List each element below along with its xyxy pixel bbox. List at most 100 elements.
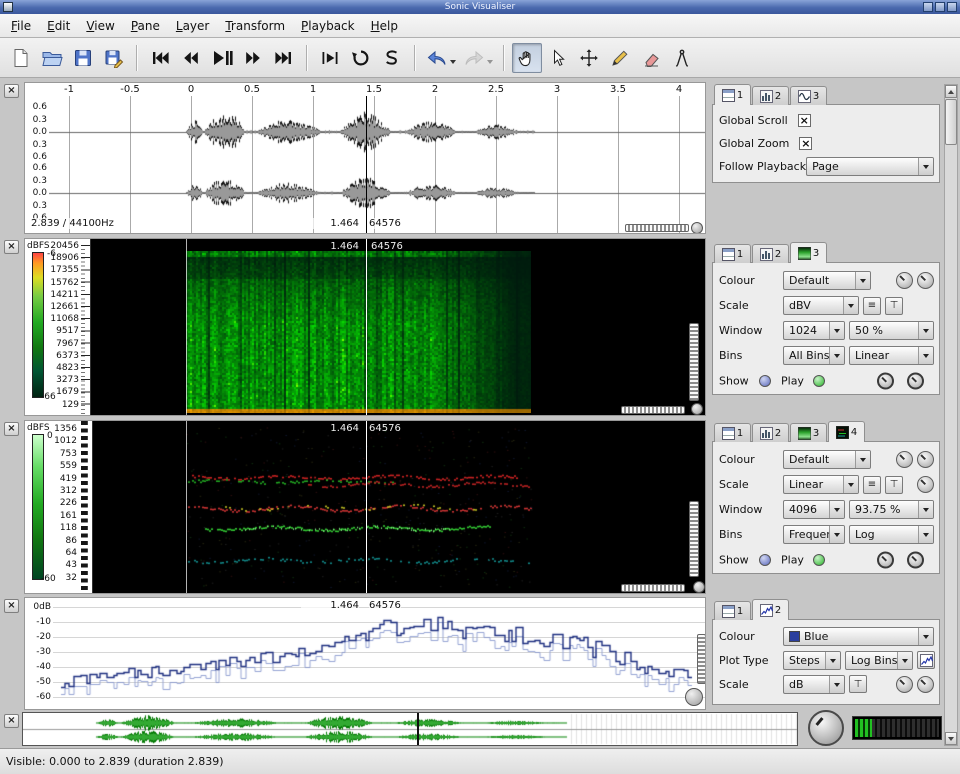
zoom-reset-knob[interactable] <box>693 581 705 593</box>
vertical-zoom-wheel[interactable] <box>689 323 699 401</box>
play-toggle[interactable] <box>813 554 825 566</box>
horizontal-zoom-wheel[interactable] <box>621 584 685 592</box>
scale-select[interactable]: dBV <box>783 296 859 315</box>
menu-transform[interactable]: Transform <box>217 16 293 36</box>
gain-dial[interactable] <box>917 476 934 493</box>
peak-frequency-image[interactable] <box>93 421 706 593</box>
menu-layer[interactable]: Layer <box>168 16 217 36</box>
rotate-right-dial[interactable] <box>917 451 934 468</box>
show-toggle[interactable] <box>759 375 771 387</box>
menu-edit[interactable]: Edit <box>39 16 78 36</box>
normalize-columns-button[interactable]: ≡ <box>863 297 881 315</box>
tool-measure-button[interactable] <box>667 43 697 73</box>
pane4-close-button[interactable]: × <box>4 599 19 613</box>
play-pause-button[interactable] <box>207 43 237 73</box>
gain-dial[interactable] <box>896 676 913 693</box>
bins-select[interactable]: All Bins <box>783 346 845 365</box>
solo-current-pane-button[interactable] <box>377 43 407 73</box>
scroll-down-button[interactable] <box>945 732 957 745</box>
horizontal-zoom-wheel[interactable] <box>625 224 689 232</box>
layer-tab-3[interactable]: 3 <box>790 242 827 263</box>
layer-tab-1[interactable]: 1 <box>714 601 751 620</box>
peak-frequency-display[interactable]: 1.464 64576 <box>93 421 706 593</box>
normalize-visible-button[interactable]: ⊤ <box>885 476 903 494</box>
show-toggle[interactable] <box>759 554 771 566</box>
save-session-button[interactable] <box>68 43 98 73</box>
playback-gain-dial[interactable] <box>877 372 894 389</box>
waveform-display[interactable] <box>49 101 705 215</box>
colour-select[interactable]: Blue <box>783 627 934 646</box>
global-zoom-checkbox[interactable]: × <box>799 137 812 150</box>
loop-playback-button[interactable] <box>346 43 376 73</box>
scrollbar-thumb[interactable] <box>945 99 957 145</box>
pane1-close-button[interactable]: × <box>4 84 19 98</box>
normalize-visible-button[interactable]: ⊤ <box>885 297 903 315</box>
minimize-button[interactable] <box>923 2 933 12</box>
menu-file[interactable]: File <box>3 16 39 36</box>
rotate-left-dial[interactable] <box>896 272 913 289</box>
tool-navigate-button[interactable] <box>512 43 542 73</box>
playback-pan-dial[interactable] <box>907 551 924 568</box>
sidebar-scrollbar[interactable] <box>944 84 958 746</box>
overview-close-button[interactable]: × <box>4 714 19 728</box>
layer-tab-1[interactable]: 1 <box>714 423 751 442</box>
pane3-close-button[interactable]: × <box>4 422 19 436</box>
titlebar[interactable]: Sonic Visualiser <box>0 0 960 14</box>
vertical-zoom-wheel[interactable] <box>697 634 706 684</box>
maximize-button[interactable] <box>935 2 945 12</box>
scale-select[interactable]: dB <box>783 675 845 694</box>
tool-select-button[interactable] <box>543 43 573 73</box>
fast-forward-button[interactable] <box>238 43 268 73</box>
playback-speed-dial[interactable] <box>808 710 844 746</box>
layer-tab-4[interactable]: 4 <box>828 421 865 442</box>
horizontal-zoom-wheel[interactable] <box>621 406 685 414</box>
pane2-close-button[interactable]: × <box>4 240 19 254</box>
window-select[interactable]: 4096 <box>783 500 845 519</box>
follow-playback-select[interactable]: Page <box>806 157 934 176</box>
bins-select[interactable]: Frequencies <box>783 525 845 544</box>
open-session-button[interactable] <box>37 43 67 73</box>
export-session-button[interactable] <box>99 43 129 73</box>
vertical-zoom-wheel[interactable] <box>689 501 699 577</box>
layer-tab-3[interactable]: 3 <box>790 423 827 442</box>
new-session-button[interactable] <box>6 43 36 73</box>
plot-type-select[interactable]: Steps <box>783 651 841 670</box>
redo-button[interactable] <box>460 43 496 73</box>
close-button[interactable] <box>947 2 957 12</box>
zoom-reset-knob[interactable] <box>691 403 703 415</box>
spectrogram-pane[interactable]: dBFS -6 -66 1.464 64576 2045618906173551… <box>24 238 706 416</box>
window-select[interactable]: 1024 <box>783 321 845 340</box>
layer-tab-2[interactable]: 2 <box>752 86 789 105</box>
undo-button[interactable] <box>423 43 459 73</box>
spectrogram-image[interactable] <box>186 251 531 413</box>
playback-gain-dial[interactable] <box>877 551 894 568</box>
colour-select[interactable]: Default <box>783 450 871 469</box>
spectrogram-display[interactable]: 1.464 64576 <box>91 239 706 415</box>
constrain-playback-to-selection-button[interactable] <box>315 43 345 73</box>
undo-dropdown-caret[interactable] <box>450 60 456 67</box>
rewind-to-start-button[interactable] <box>145 43 175 73</box>
overview-pane[interactable] <box>22 712 798 746</box>
colour-select[interactable]: Default <box>783 271 871 290</box>
bin-display-button[interactable] <box>917 651 935 669</box>
zoom-reset-knob[interactable] <box>691 222 703 234</box>
pan-dial[interactable] <box>917 676 934 693</box>
waveform-pane[interactable]: 2.839 / 44100Hz 1.464 64576 -1-0.500.511… <box>24 82 706 234</box>
spectrum-pane[interactable]: 1.464 64576 0dB-10-20-30-40-50-60 <box>24 597 706 710</box>
spectrum-display[interactable] <box>53 598 706 709</box>
tool-draw-button[interactable] <box>605 43 635 73</box>
tool-edit-button[interactable] <box>574 43 604 73</box>
layer-tab-2[interactable]: 2 <box>752 244 789 263</box>
tool-erase-button[interactable] <box>636 43 666 73</box>
vertical-zoom-dial[interactable] <box>685 688 703 706</box>
window-secondary-select[interactable]: 50 % <box>849 321 934 340</box>
play-toggle[interactable] <box>813 375 825 387</box>
layer-tab-3[interactable]: 3 <box>790 86 827 105</box>
playback-pan-dial[interactable] <box>907 372 924 389</box>
normalize-button[interactable]: ⊤ <box>849 675 867 693</box>
layer-tab-2[interactable]: 2 <box>752 599 789 620</box>
bins-secondary-select[interactable]: Log <box>849 525 934 544</box>
layer-tab-2[interactable]: 2 <box>752 423 789 442</box>
peak-frequency-pane[interactable]: dBFS 0 -60 1.464 64576 13561012753559419… <box>24 420 706 594</box>
rotate-right-dial[interactable] <box>917 272 934 289</box>
